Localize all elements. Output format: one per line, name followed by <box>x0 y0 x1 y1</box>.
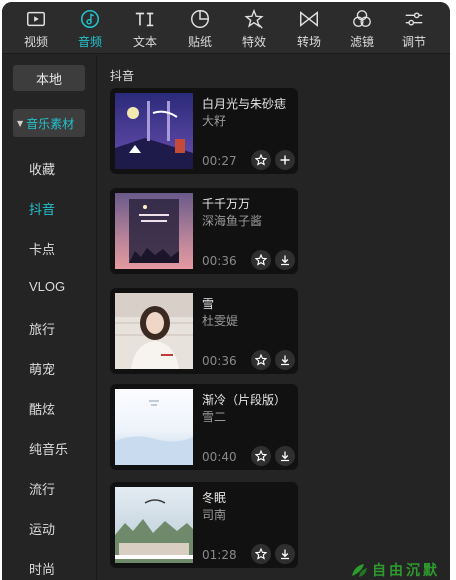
category-pets[interactable]: 萌宠 <box>29 359 55 378</box>
song-duration: 01:28 <box>202 548 237 562</box>
song-list-panel: 抖音 白月光与朱砂痣 大籽 00:27 千千万万 深海鱼子酱 00:36 雪 杜… <box>98 55 450 580</box>
music-library-button[interactable]: ▼ 音乐素材 <box>13 109 85 137</box>
tab-audio[interactable]: 音频 <box>64 2 116 54</box>
download-button[interactable] <box>275 544 295 564</box>
category-sports[interactable]: 运动 <box>29 519 55 538</box>
star-icon <box>255 154 267 166</box>
tab-adjust-label: 调节 <box>401 35 426 49</box>
category-pop[interactable]: 流行 <box>29 479 55 498</box>
caret-down-icon: ▼ <box>17 118 24 128</box>
star-icon <box>255 254 267 266</box>
song-artist: 司南 <box>202 508 227 522</box>
song-card[interactable]: 渐冷（片段版） 雪二 00:40 <box>110 384 298 470</box>
category-sidebar: 本地 ▼ 音乐素材 收藏 抖音 卡点 VLOG 旅行 萌宠 酷炫 纯音乐 流行 … <box>2 55 97 580</box>
category-vlog[interactable]: VLOG <box>29 279 65 294</box>
song-artist: 深海鱼子酱 <box>202 214 263 228</box>
tab-text-label: 文本 <box>132 35 157 49</box>
song-card[interactable]: 千千万万 深海鱼子酱 00:36 <box>110 188 298 274</box>
favorite-button[interactable] <box>251 350 271 370</box>
song-title: 渐冷（片段版） <box>202 393 287 407</box>
effects-icon <box>242 8 266 30</box>
category-douyin[interactable]: 抖音 <box>29 199 55 218</box>
song-cover-image <box>115 293 193 369</box>
song-card[interactable]: 白月光与朱砂痣 大籽 00:27 <box>110 88 298 174</box>
watermark: 自由沉默 <box>350 560 454 580</box>
download-icon <box>281 255 289 266</box>
category-cool[interactable]: 酷炫 <box>29 399 55 418</box>
category-favorites[interactable]: 收藏 <box>29 159 55 178</box>
audio-panel: 视频 音频 文本 贴纸 特效 转场 滤镜 调节 本地 ▼ 音乐素材 收藏 抖音 … <box>2 2 450 580</box>
song-title: 白月光与朱砂痣 <box>202 97 287 111</box>
favorite-button[interactable] <box>251 150 271 170</box>
audio-icon <box>78 8 102 30</box>
sticker-icon <box>188 8 212 30</box>
tab-effects-label: 特效 <box>241 35 266 49</box>
star-icon <box>255 548 267 560</box>
tab-video-label: 视频 <box>23 35 48 49</box>
local-button[interactable]: 本地 <box>13 65 85 91</box>
category-pure-music[interactable]: 纯音乐 <box>29 439 68 458</box>
media-toolbar: 视频 音频 文本 贴纸 特效 转场 滤镜 调节 <box>2 2 450 54</box>
song-artist: 雪二 <box>202 410 227 424</box>
category-fashion[interactable]: 时尚 <box>29 559 55 578</box>
favorite-button[interactable] <box>251 446 271 466</box>
tab-filter-label: 滤镜 <box>349 35 374 49</box>
download-icon <box>281 549 289 560</box>
plus-icon <box>280 155 290 165</box>
watermark-text: 自由沉默 <box>372 563 440 579</box>
download-button[interactable] <box>275 446 295 466</box>
song-artist: 杜雯媞 <box>202 314 239 328</box>
song-duration: 00:36 <box>202 254 237 268</box>
tab-video[interactable]: 视频 <box>10 2 62 54</box>
song-cover-image <box>115 93 193 169</box>
favorite-button[interactable] <box>251 250 271 270</box>
tab-transition-label: 转场 <box>296 35 321 49</box>
song-title: 千千万万 <box>202 197 251 211</box>
tab-adjust[interactable]: 调节 <box>388 2 440 54</box>
tab-filter[interactable]: 滤镜 <box>336 2 388 54</box>
video-icon <box>24 8 48 30</box>
tab-text[interactable]: 文本 <box>119 2 171 54</box>
song-title: 冬眠 <box>202 491 227 505</box>
star-icon <box>255 354 267 366</box>
song-cover-image <box>115 389 193 465</box>
download-icon <box>281 451 289 462</box>
category-travel[interactable]: 旅行 <box>29 319 55 338</box>
song-card[interactable]: 冬眠 司南 01:28 <box>110 482 298 568</box>
download-button[interactable] <box>275 250 295 270</box>
category-beat[interactable]: 卡点 <box>29 239 55 258</box>
song-cover-image <box>115 487 193 563</box>
tab-effects[interactable]: 特效 <box>228 2 280 54</box>
download-icon <box>281 355 289 366</box>
song-title: 雪 <box>202 297 215 311</box>
transition-icon <box>297 8 321 30</box>
song-cover-image <box>115 193 193 269</box>
adjust-icon <box>402 8 426 30</box>
section-title: 抖音 <box>110 69 135 83</box>
download-button[interactable] <box>275 350 295 370</box>
tab-audio-label: 音频 <box>77 35 102 49</box>
add-to-track-button[interactable] <box>275 150 295 170</box>
tab-sticker-label: 贴纸 <box>187 35 212 49</box>
text-icon <box>133 8 157 30</box>
song-duration: 00:40 <box>202 450 237 464</box>
favorite-button[interactable] <box>251 544 271 564</box>
song-duration: 00:36 <box>202 354 237 368</box>
tab-transition[interactable]: 转场 <box>283 2 335 54</box>
star-icon <box>255 450 267 462</box>
tab-sticker[interactable]: 贴纸 <box>174 2 226 54</box>
music-library-label: 音乐素材 <box>26 116 75 131</box>
song-duration: 00:27 <box>202 154 237 168</box>
leaf-logo-icon <box>352 564 367 577</box>
song-artist: 大籽 <box>202 114 227 128</box>
filter-icon <box>350 8 374 30</box>
song-card[interactable]: 雪 杜雯媞 00:36 <box>110 288 298 374</box>
